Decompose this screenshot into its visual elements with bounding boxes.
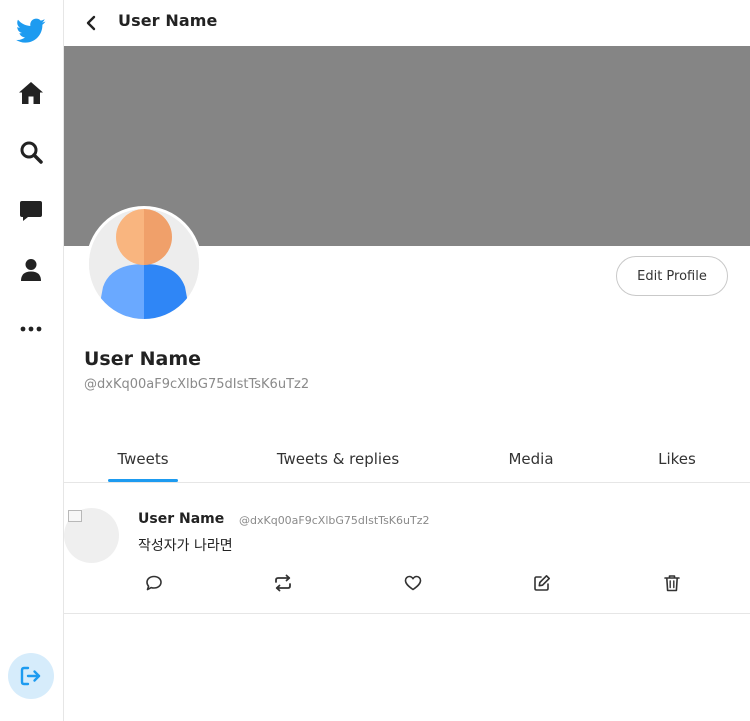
chevron-left-icon xyxy=(86,15,96,31)
tweet-text: 작성자가 나라면 xyxy=(138,538,233,554)
tweet-item[interactable]: User Name @dxKq00aF9cXlbG75dIstTsK6uTz2 … xyxy=(64,484,750,614)
avatar xyxy=(89,209,199,319)
top-bar: User Name xyxy=(64,0,750,46)
tab-tweets[interactable]: Tweets xyxy=(108,438,178,482)
broken-image-icon xyxy=(68,510,82,522)
retweet-icon xyxy=(275,574,291,592)
sidebar xyxy=(0,0,64,721)
like-icon xyxy=(404,575,422,591)
default-avatar-icon xyxy=(89,209,199,319)
tab-likes[interactable]: Likes xyxy=(652,438,702,482)
tab-tweets-replies[interactable]: Tweets & replies xyxy=(268,438,408,482)
nav-profile-button[interactable] xyxy=(8,247,54,293)
page-title: User Name xyxy=(118,11,218,30)
messages-icon xyxy=(20,201,42,221)
tab-media[interactable]: Media xyxy=(500,438,562,482)
twitter-bird-icon xyxy=(16,18,46,43)
logout-icon xyxy=(20,666,41,686)
nav-home-button[interactable] xyxy=(8,70,54,116)
profile-avatar[interactable] xyxy=(86,206,202,322)
search-icon xyxy=(20,141,43,164)
profile-handle: @dxKq00aF9cXlbG75dIstTsK6uTz2 xyxy=(84,377,310,392)
nav-search-button[interactable] xyxy=(8,129,54,175)
nav-more-button[interactable] xyxy=(8,306,54,352)
reply-button[interactable] xyxy=(143,572,165,594)
retweet-button[interactable] xyxy=(272,572,294,594)
like-button[interactable] xyxy=(402,572,424,594)
tweet-avatar[interactable] xyxy=(64,508,119,563)
tweet-author-name: User Name xyxy=(138,511,225,527)
tweet-actions xyxy=(64,572,750,594)
edit-profile-button[interactable]: Edit Profile xyxy=(616,256,728,296)
twitter-logo-button[interactable] xyxy=(8,8,54,54)
profile-tabs: Tweets Tweets & replies Media Likes xyxy=(64,438,750,483)
home-icon xyxy=(19,82,43,104)
tweet-author-handle: @dxKq00aF9cXlbG75dIstTsK6uTz2 xyxy=(239,514,430,527)
edit-icon xyxy=(534,575,550,591)
more-icon xyxy=(20,326,42,332)
profile-icon xyxy=(21,259,41,281)
delete-tweet-button[interactable] xyxy=(661,572,683,594)
nav-messages-button[interactable] xyxy=(8,188,54,234)
delete-icon xyxy=(664,575,680,592)
back-button[interactable] xyxy=(76,8,106,38)
reply-icon xyxy=(146,575,162,591)
logout-button[interactable] xyxy=(8,653,54,699)
profile-page: User Name Edit Profile User Name @dxKq00… xyxy=(64,0,750,721)
edit-tweet-button[interactable] xyxy=(531,572,553,594)
profile-name: User Name xyxy=(84,348,202,370)
